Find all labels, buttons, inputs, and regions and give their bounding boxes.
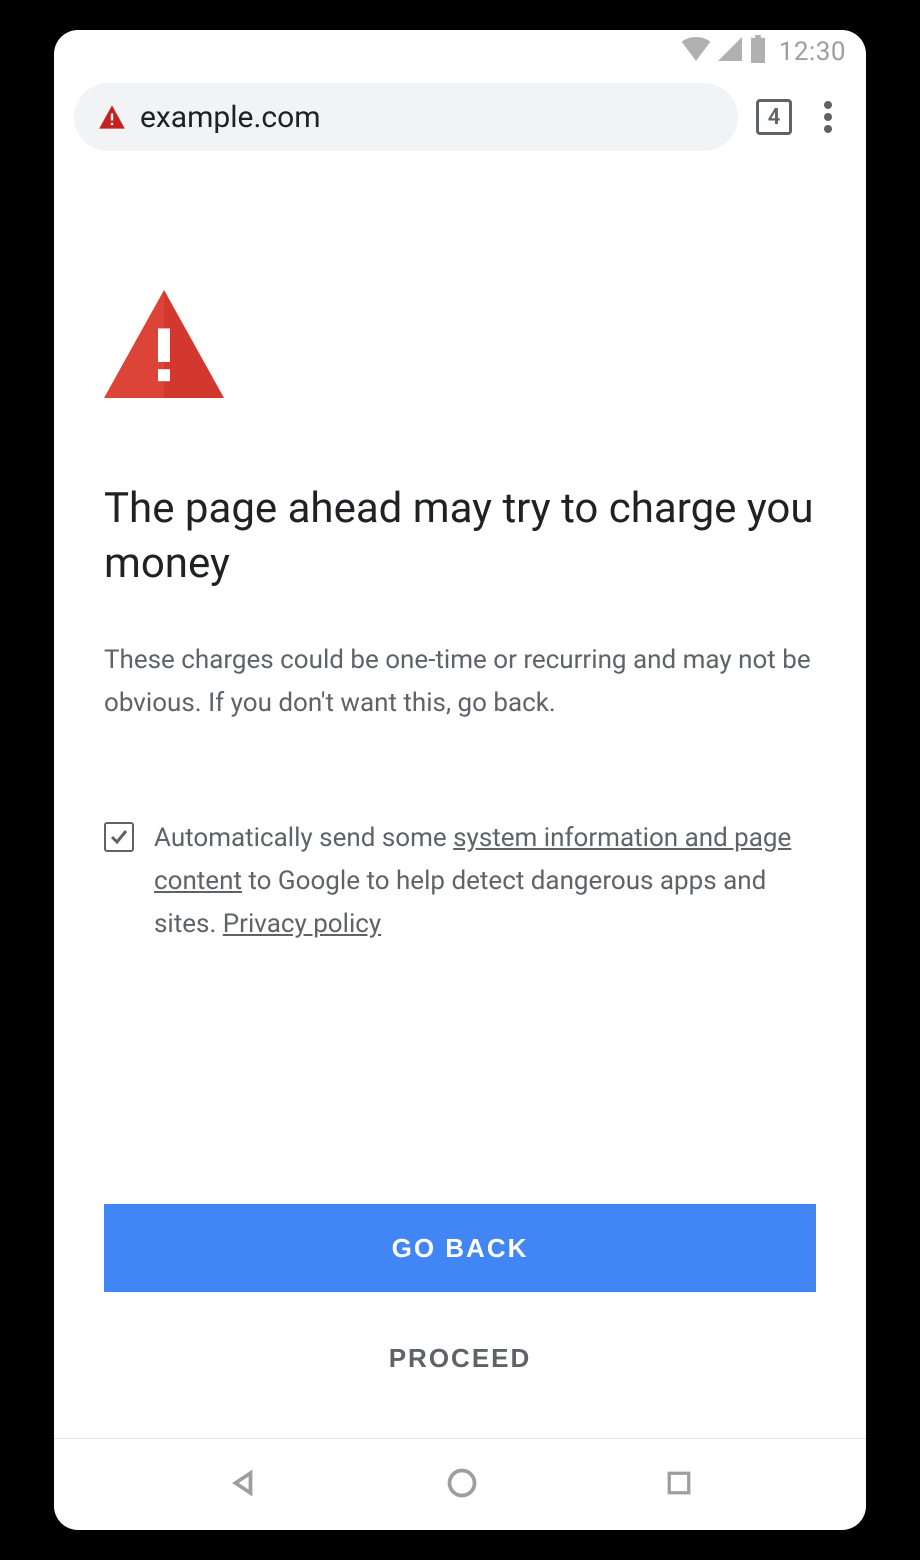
wifi-icon [681, 37, 711, 68]
browser-toolbar: example.com 4 [54, 74, 866, 160]
status-time: 12:30 [779, 37, 846, 67]
go-back-button[interactable]: GO BACK [104, 1204, 816, 1292]
warning-large-icon [104, 290, 816, 402]
nav-back-icon[interactable] [228, 1468, 258, 1502]
warning-heading: The page ahead may try to charge you mon… [104, 482, 816, 591]
privacy-policy-link[interactable]: Privacy policy [223, 909, 381, 939]
warning-body: These charges could be one-time or recur… [104, 639, 816, 725]
interstitial-content: The page ahead may try to charge you mon… [54, 160, 866, 1438]
url-bar[interactable]: example.com [74, 83, 738, 151]
reporting-checkbox-row: Automatically send some system informati… [104, 817, 816, 946]
cellular-icon [717, 37, 743, 68]
reporting-checkbox[interactable] [104, 822, 134, 852]
overflow-menu-button[interactable] [810, 99, 846, 135]
current-url: example.com [140, 100, 321, 135]
battery-icon [749, 35, 767, 70]
nav-home-icon[interactable] [447, 1468, 477, 1502]
reporting-label: Automatically send some system informati… [154, 817, 816, 946]
nav-recents-icon[interactable] [666, 1470, 692, 1500]
system-nav-bar [54, 1438, 866, 1530]
tab-count: 4 [768, 105, 781, 130]
status-bar: 12:30 [54, 30, 866, 74]
proceed-button[interactable]: PROCEED [104, 1328, 816, 1388]
check-icon [109, 827, 129, 847]
tab-switcher-button[interactable]: 4 [756, 99, 792, 135]
warning-small-icon [98, 103, 126, 131]
